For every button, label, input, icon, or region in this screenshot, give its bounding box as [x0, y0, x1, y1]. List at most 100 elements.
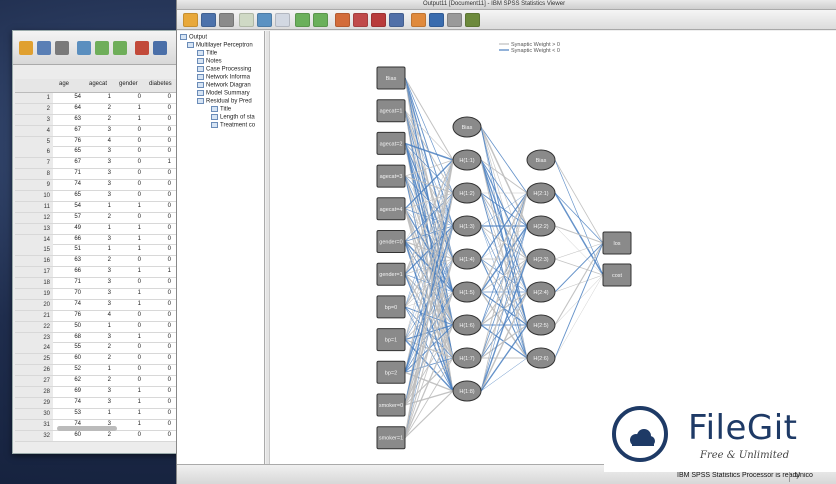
cell-gender[interactable]: 1	[119, 246, 141, 252]
cell-agecat[interactable]: 4	[89, 312, 111, 318]
cell-diabetes[interactable]: 0	[149, 94, 171, 100]
cell-diabetes[interactable]: 0	[149, 312, 171, 318]
cell-agecat[interactable]: 3	[89, 236, 111, 242]
cell-gender[interactable]: 0	[119, 138, 141, 144]
window-titlebar[interactable]: Output11 [Document11] - IBM SPSS Statist…	[177, 0, 836, 10]
cell-diabetes[interactable]: 0	[149, 203, 171, 209]
table-row[interactable]: 2 64 2 1 0	[15, 103, 181, 115]
cell-agecat[interactable]: 1	[89, 225, 111, 231]
cell-diabetes[interactable]: 0	[149, 192, 171, 198]
cell-age[interactable]: 64	[59, 105, 81, 111]
cell-gender[interactable]: 1	[119, 421, 141, 427]
table-row[interactable]: 17 66 3 1 1	[15, 267, 181, 279]
tree-item-output[interactable]: Output	[180, 34, 207, 41]
cell-age[interactable]: 65	[59, 192, 81, 198]
row-number[interactable]: 8	[15, 169, 53, 180]
row-number[interactable]: 3	[15, 114, 53, 125]
cell-gender[interactable]: 0	[119, 170, 141, 176]
row-number[interactable]: 9	[15, 180, 53, 191]
row-number[interactable]: 14	[15, 234, 53, 245]
row-number[interactable]: 19	[15, 289, 53, 300]
cell-agecat[interactable]: 2	[89, 432, 111, 438]
table-row[interactable]: 9 74 3 0 0	[15, 180, 181, 192]
cell-gender[interactable]: 1	[119, 203, 141, 209]
table-row[interactable]: 15 51 1 1 0	[15, 245, 181, 257]
cell-gender[interactable]: 0	[119, 279, 141, 285]
cell-age[interactable]: 54	[59, 203, 81, 209]
cell-gender[interactable]: 0	[119, 181, 141, 187]
cell-age[interactable]: 76	[59, 138, 81, 144]
cell-age[interactable]: 68	[59, 334, 81, 340]
cell-gender[interactable]: 1	[119, 334, 141, 340]
save-icon[interactable]	[37, 41, 51, 55]
cell-diabetes[interactable]: 0	[149, 257, 171, 263]
row-number[interactable]: 2	[15, 103, 53, 114]
tree-item-title[interactable]: Title	[197, 50, 217, 57]
cell-agecat[interactable]: 3	[89, 159, 111, 165]
table-row[interactable]: 28 69 3 1 0	[15, 387, 181, 398]
designate-window-icon[interactable]	[429, 13, 444, 27]
cell-age[interactable]: 71	[59, 279, 81, 285]
cell-agecat[interactable]: 2	[89, 116, 111, 122]
column-header-age[interactable]: age	[59, 81, 69, 87]
cell-diabetes[interactable]: 0	[149, 290, 171, 296]
cell-gender[interactable]: 0	[119, 344, 141, 350]
variables-icon[interactable]	[389, 13, 404, 27]
table-row[interactable]: 5 76 4 0 0	[15, 136, 181, 148]
cell-agecat[interactable]: 3	[89, 290, 111, 296]
cell-age[interactable]: 66	[59, 236, 81, 242]
table-row[interactable]: 30 53 1 1 0	[15, 408, 181, 420]
cell-age[interactable]: 52	[59, 366, 81, 372]
cell-diabetes[interactable]: 0	[149, 148, 171, 154]
cell-gender[interactable]: 0	[119, 366, 141, 372]
cell-diabetes[interactable]: 1	[149, 159, 171, 165]
row-number[interactable]: 28	[15, 387, 53, 398]
cell-gender[interactable]: 0	[119, 432, 141, 438]
cell-gender[interactable]: 1	[119, 410, 141, 416]
row-number[interactable]: 12	[15, 212, 53, 223]
row-number[interactable]: 16	[15, 256, 53, 267]
cell-agecat[interactable]: 3	[89, 127, 111, 133]
data-editor-window[interactable]: age agecat gender diabetes 1 54 1 0 0 2 64 2 1 0 3…	[12, 30, 184, 454]
cell-diabetes[interactable]: 1	[149, 268, 171, 274]
row-number[interactable]: 5	[15, 136, 53, 147]
cell-agecat[interactable]: 4	[89, 138, 111, 144]
redo-icon[interactable]	[113, 41, 127, 55]
cell-age[interactable]: 67	[59, 159, 81, 165]
cell-age[interactable]: 65	[59, 148, 81, 154]
row-number[interactable]: 32	[15, 430, 53, 441]
cell-gender[interactable]: 0	[119, 355, 141, 361]
table-row[interactable]: 16 63 2 0 0	[15, 256, 181, 268]
tree-item-network-information[interactable]: Network Informa	[197, 74, 250, 81]
redo-icon[interactable]	[313, 13, 328, 27]
tree-item-length-of-stay[interactable]: Length of sta	[211, 114, 255, 121]
cell-age[interactable]: 55	[59, 344, 81, 350]
open-folder-icon[interactable]	[19, 41, 33, 55]
row-number[interactable]: 23	[15, 332, 53, 343]
cell-agecat[interactable]: 3	[89, 388, 111, 394]
column-header-agecat[interactable]: agecat	[89, 81, 107, 87]
select-last-output-icon[interactable]	[411, 13, 426, 27]
row-number[interactable]: 15	[15, 245, 53, 256]
cell-agecat[interactable]: 1	[89, 410, 111, 416]
undo-icon[interactable]	[295, 13, 310, 27]
table-row[interactable]: 22 50 1 0 0	[15, 321, 181, 333]
cell-agecat[interactable]: 3	[89, 268, 111, 274]
table-row[interactable]: 6 65 3 0 0	[15, 147, 181, 159]
table-row[interactable]: 27 62 2 0 0	[15, 376, 181, 388]
cell-agecat[interactable]: 3	[89, 170, 111, 176]
tree-item-multilayer-perceptron[interactable]: Multilayer Perceptron	[187, 42, 253, 49]
column-header-gender[interactable]: gender	[119, 81, 138, 87]
cell-diabetes[interactable]: 0	[149, 170, 171, 176]
cell-diabetes[interactable]: 0	[149, 366, 171, 372]
goto-case-icon[interactable]	[353, 13, 368, 27]
table-row[interactable]: 7 67 3 0 1	[15, 158, 181, 170]
save-icon[interactable]	[201, 13, 216, 27]
cell-diabetes[interactable]: 0	[149, 127, 171, 133]
cell-agecat[interactable]: 1	[89, 94, 111, 100]
cell-gender[interactable]: 0	[119, 312, 141, 318]
cell-diabetes[interactable]: 0	[149, 181, 171, 187]
row-number[interactable]: 7	[15, 158, 53, 169]
cell-agecat[interactable]: 1	[89, 366, 111, 372]
table-row[interactable]: 11 54 1 1 0	[15, 201, 181, 213]
